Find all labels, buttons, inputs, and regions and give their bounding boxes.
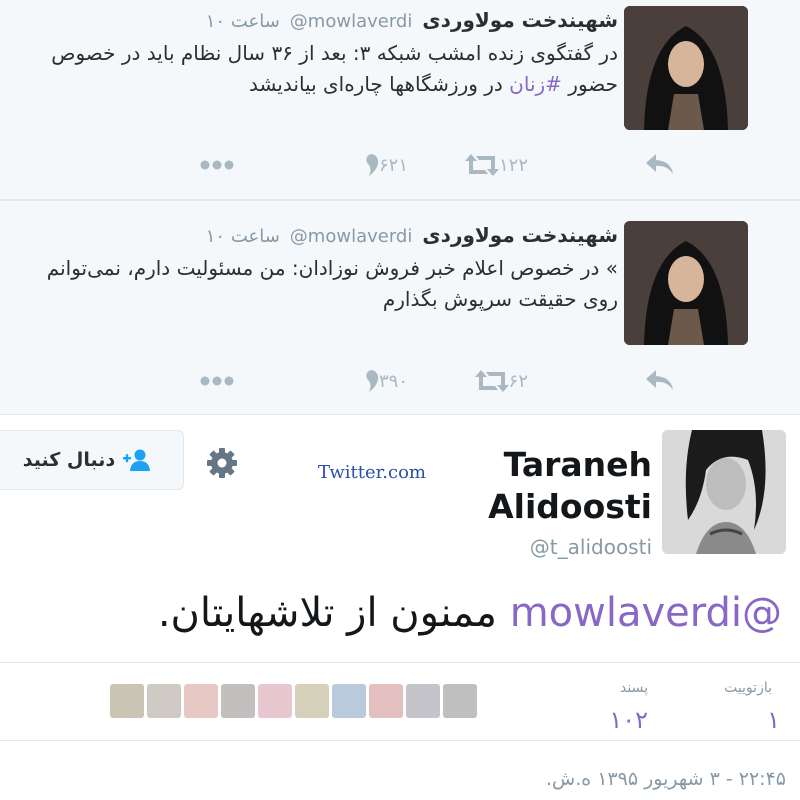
avatar[interactable]: [662, 430, 786, 554]
tweet-header: شهیندخت مولاوردی @mowlaverdi ۱۰ ساعت: [206, 8, 618, 32]
tweet-text-part: ممنون از تلاشهایتان.: [157, 590, 510, 636]
gear-icon[interactable]: [205, 446, 239, 480]
tweet[interactable]: شهیندخت مولاوردی @mowlaverdi ۱۰ ساعت » د…: [0, 200, 800, 415]
tweet-timestamp[interactable]: ۲۲:۴۵ - ۳ شهریور ۱۳۹۵ ه.ش.: [546, 768, 786, 790]
retweet-icon: [464, 154, 499, 176]
more-button[interactable]: [200, 150, 234, 180]
author-handle[interactable]: @mowlaverdi: [290, 226, 413, 247]
reply-button[interactable]: [646, 150, 674, 180]
follow-label: دنبال کنید: [22, 449, 116, 471]
like-button[interactable]: ۳۹۰: [365, 366, 414, 396]
liker-avatar[interactable]: [295, 684, 329, 718]
reply-icon: [646, 154, 673, 174]
tweet-header: شهیندخت مولاوردی @mowlaverdi ۱۰ ساعت: [206, 223, 618, 247]
liker-avatar[interactable]: [110, 684, 144, 718]
retweet-icon: [474, 370, 509, 392]
tweet-text-part: » در خصوص اعلام خبر فروش نوزادان: من مسئ…: [46, 256, 618, 311]
liker-avatar[interactable]: [258, 684, 292, 718]
author-name[interactable]: Taraneh Alidoosti: [452, 444, 652, 528]
author-name[interactable]: شهیندخت مولاوردی: [422, 8, 618, 32]
likes-value[interactable]: ۱۰۲: [609, 706, 648, 734]
tweet-text-part: در ورزشگاهها چاره‌ای بیاندیشد: [248, 72, 510, 96]
like-icon: [366, 154, 379, 176]
reply-button[interactable]: [646, 366, 674, 396]
liker-avatar[interactable]: [147, 684, 181, 718]
liker-avatar[interactable]: [443, 684, 477, 718]
like-count: ۶۲۱: [378, 154, 408, 176]
author-name[interactable]: شهیندخت مولاوردی: [422, 223, 618, 247]
retweet-button[interactable]: ۶۲: [474, 366, 534, 396]
follow-button[interactable]: دنبال کنید: [0, 430, 184, 490]
divider: [0, 740, 800, 741]
liker-avatar[interactable]: [332, 684, 366, 718]
add-user-icon: [123, 449, 151, 471]
more-icon: [200, 376, 234, 386]
like-count: ۳۹۰: [378, 370, 408, 392]
tweet-time[interactable]: ۱۰ ساعت: [206, 226, 280, 247]
author-handle[interactable]: @t_alidoosti: [530, 535, 652, 559]
more-button[interactable]: [200, 366, 234, 396]
liker-avatar[interactable]: [369, 684, 403, 718]
retweets-value[interactable]: ۱: [767, 706, 780, 734]
tweet-text: » در خصوص اعلام خبر فروش نوزادان: من مسئ…: [28, 253, 618, 315]
like-button[interactable]: ۶۲۱: [365, 150, 414, 180]
like-icon: [366, 370, 379, 392]
avatar[interactable]: [624, 6, 748, 130]
permalink-tweet: دنبال کنید Twitter.com Taraneh Alidoosti…: [0, 416, 800, 800]
tweet-text: در گفتگوی زنده امشب شبکه ۳: بعد از ۳۶ سا…: [28, 38, 618, 100]
liker-avatar[interactable]: [221, 684, 255, 718]
avatar[interactable]: [624, 221, 748, 345]
hashtag-link[interactable]: #زنان: [509, 72, 562, 96]
divider: [0, 662, 800, 663]
liker-avatar[interactable]: [184, 684, 218, 718]
watermark: Twitter.com: [318, 462, 426, 483]
tweet-actions: ۶۲ ۳۹۰: [50, 366, 673, 396]
author-handle[interactable]: @mowlaverdi: [290, 11, 413, 32]
likes-label[interactable]: پسند: [620, 680, 648, 696]
mention-link[interactable]: @mowlaverdi: [510, 590, 782, 636]
retweets-label[interactable]: بازتوییت: [724, 680, 772, 696]
likers-avatars: [110, 684, 477, 718]
more-icon: [200, 160, 234, 170]
tweet-actions: ۱۲۲ ۶۲۱: [50, 150, 673, 180]
retweet-count: ۱۲۲: [498, 154, 528, 176]
tweet-time[interactable]: ۱۰ ساعت: [206, 11, 280, 32]
tweet-text: @mowlaverdi ممنون از تلاشهایتان.: [158, 590, 782, 636]
tweet[interactable]: شهیندخت مولاوردی @mowlaverdi ۱۰ ساعت در …: [0, 0, 800, 200]
liker-avatar[interactable]: [406, 684, 440, 718]
retweet-count: ۶۲: [508, 370, 528, 392]
retweet-button[interactable]: ۱۲۲: [464, 150, 534, 180]
reply-icon: [646, 370, 673, 390]
